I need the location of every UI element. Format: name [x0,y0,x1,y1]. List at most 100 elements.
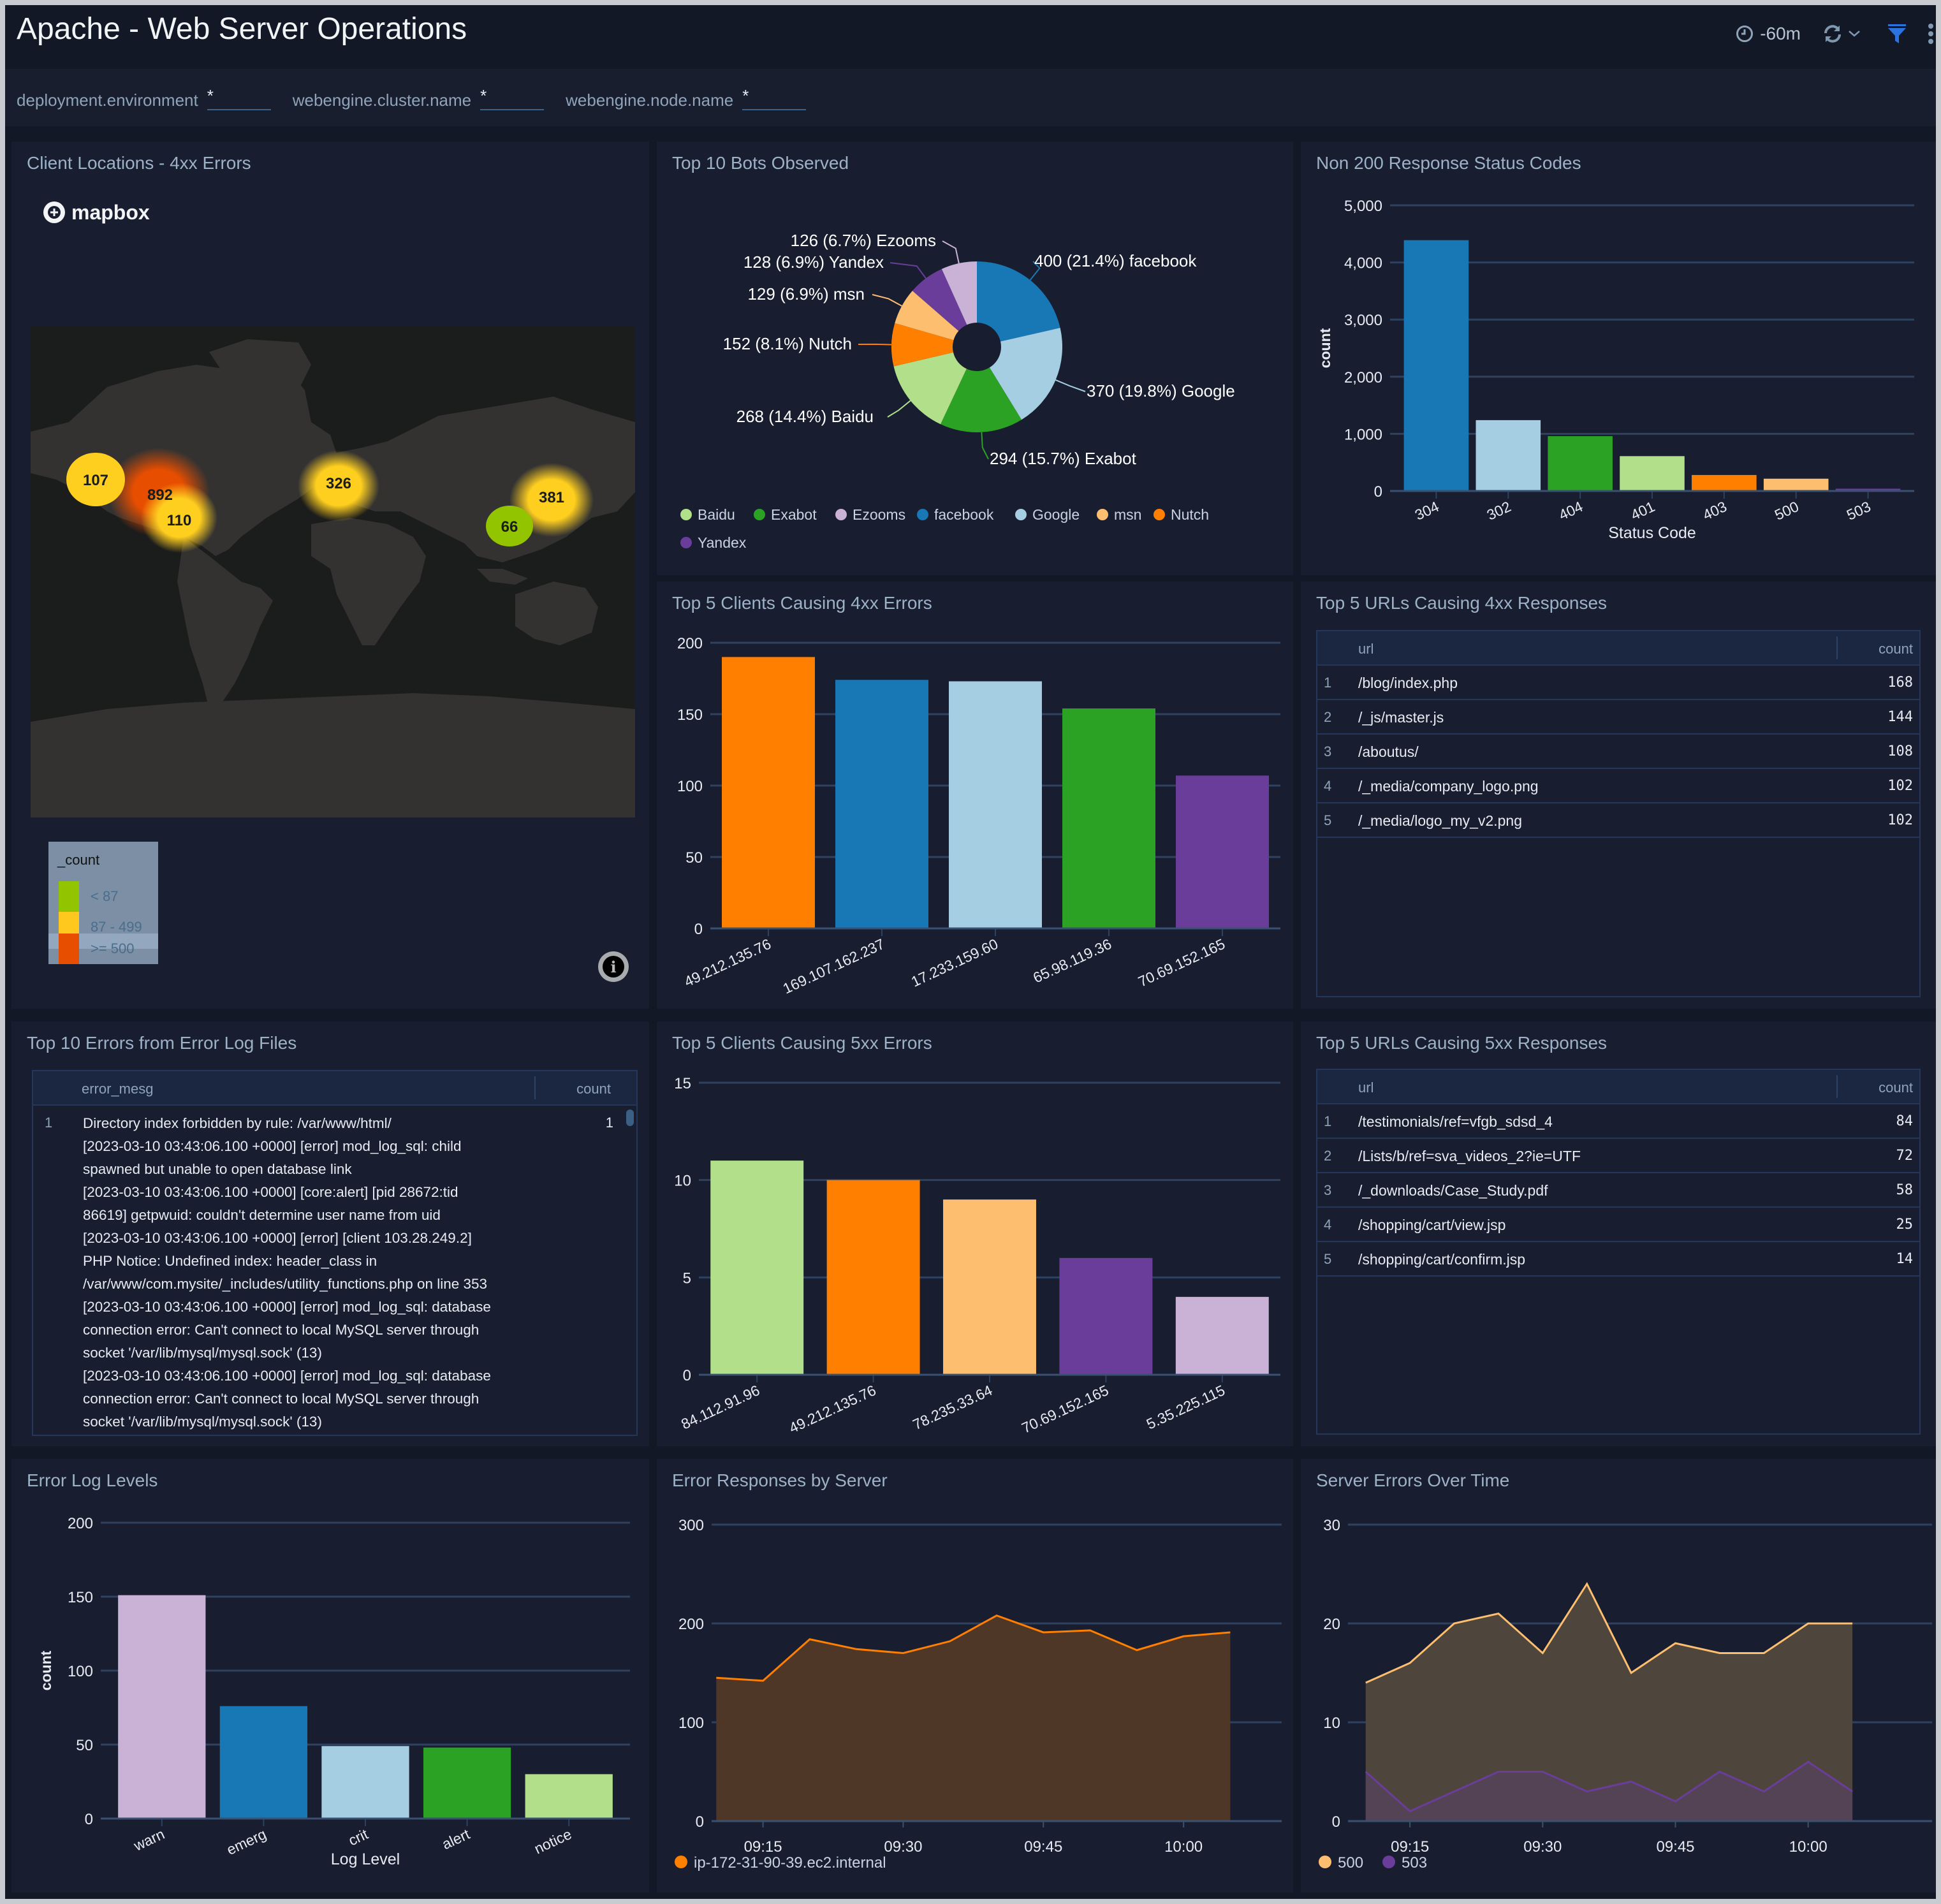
url-cell: /aboutus/ [1358,743,1419,760]
x-tick-label: 78.235.33.64 [910,1382,995,1433]
pie-data-label: 400 (21.4%) facebook [1034,251,1197,270]
world-map[interactable]: 107 892 110 326 381 66 [31,326,635,817]
table-header: url count [1317,631,1919,666]
bar-404 [1548,436,1613,491]
time-range-picker[interactable]: -60m [1736,24,1801,44]
url-cell: /shopping/cart/confirm.jsp [1358,1251,1526,1268]
x-tick-label: 403 [1700,498,1729,524]
y-tick-label: 20 [1323,1616,1340,1633]
column-header-url[interactable]: url [1358,1080,1373,1096]
panel-urls-5xx: Top 5 URLs Causing 5xx Responses url cou… [1301,1022,1936,1446]
filter-bar: deployment.environment webengine.cluster… [5,69,1936,126]
column-resize-handle[interactable] [1836,636,1838,659]
count-cell: 25 [1896,1217,1914,1233]
legend-swatch [59,934,79,964]
column-resize-handle[interactable] [1836,1075,1838,1098]
count-cell: 102 [1887,812,1913,828]
legend-label: Exabot [771,506,817,523]
info-icon: i [603,956,624,978]
map-legend-item: >= 500 [59,934,148,964]
legend-label: 500 [1338,1854,1363,1871]
pie-leader-line [1055,379,1086,392]
y-tick-label: 0 [683,1367,691,1384]
table-row[interactable]: 4/shopping/cart/view.jsp 25 [1317,1208,1919,1242]
refresh-icon [1824,25,1841,43]
dashboard-title: Apache - Web Server Operations [17,12,467,46]
url-cell: /_media/company_logo.png [1358,778,1539,795]
column-header-url[interactable]: url [1358,641,1373,657]
table-row[interactable]: 3 /_downloads/Case_Study.pdf 58 [1317,1173,1919,1208]
table-row[interactable]: 4 /_media/company_logo.png 102 [1317,769,1919,803]
x-tick-label: 500 [1772,498,1801,524]
table-row[interactable]: 1/testimonials/ref=vfgb_sdsd_4 84 [1317,1104,1919,1139]
pie-leader-line [890,262,927,279]
x-tick-label: 09:30 [884,1838,922,1856]
clock-icon [1736,26,1754,42]
more-options-button[interactable] [1926,23,1936,45]
pie-leader-line [981,432,989,460]
table-row[interactable]: 2/Lists/b/ref=sva_videos_2?ie=UTF 72 [1317,1139,1919,1173]
column-header-count[interactable]: count [1879,1080,1913,1096]
area-chart-error-by-server: 0 100 200 300 09:15 09:30 09:45 10:00 ip-172-31-… [675,1517,1282,1871]
mapbox-logo: mapbox [42,200,150,224]
x-tick-label: 65.98.119.36 [1030,935,1114,986]
table-row[interactable]: 2 /_js/master.js 144 [1317,700,1919,735]
map-legend-item: < 87 [59,881,148,912]
filter-input-deployment-environment[interactable] [207,85,271,110]
x-tick-label: 84.112.91.96 [678,1382,762,1433]
url-cell: /_media/logo_my_v2.png [1358,812,1522,829]
x-tick-label: 503 [1844,498,1873,524]
bar-70.69.152.165 [1176,775,1269,928]
x-tick-label: 09:45 [1656,1838,1694,1856]
legend-dot-Baidu [680,509,692,520]
filter-webengine-node-name: webengine.node.name [566,85,807,110]
bar-65.98.119.36 [1062,708,1155,928]
count-cell: 102 [1887,778,1913,794]
x-tick-label: 404 [1556,498,1585,524]
panel-server-errors: Server Errors Over Time 0 10 20 30 09:15 09:3… [1301,1459,1936,1893]
bar-169.107.162.237 [835,680,928,928]
x-tick-label: 169.107.162.237 [780,935,887,997]
table-row[interactable]: 3/aboutus/108 [1317,735,1919,769]
legend-label: Baidu [698,506,735,523]
y-tick-label: 10 [674,1173,691,1190]
table-row[interactable]: 1/blog/index.php 168 [1317,666,1919,700]
pie-data-label: 268 (14.4%) Baidu [736,407,874,426]
x-tick-label: 09:15 [1391,1838,1429,1856]
x-tick-label: 49.212.135.76 [682,935,773,990]
area-fill-ip-172-31-90-39.ec2.internal [716,1615,1231,1821]
column-resize-handle[interactable] [534,1076,536,1099]
pie-data-label: 128 (6.9%) Yandex [743,253,884,272]
bar-emerg [219,1706,308,1819]
panel-error-by-server: Error Responses by Server 0 100 200 300 09:1… [657,1459,1293,1893]
table-row[interactable]: 5 /_media/logo_my_v2.png 102 [1317,803,1919,838]
y-tick-label: 0 [85,1811,93,1828]
filter-input-webengine-cluster-name[interactable] [480,85,545,110]
x-tick-label: warn [131,1826,167,1854]
panel-clients-4xx: Top 5 Clients Causing 4xx Errors 0 50 100 1… [657,582,1293,1009]
y-tick-label: 0 [1332,1813,1340,1831]
y-tick-label: 200 [678,1616,704,1633]
count-cell: 84 [1896,1113,1914,1129]
scrollbar-thumb[interactable] [626,1109,634,1126]
filter-label: deployment.environment [17,91,198,110]
y-tick-label: 0 [1374,483,1382,501]
url-cell: /blog/index.php [1358,675,1458,691]
bar-5.35.225.115 [1175,1296,1269,1375]
error-count: 1 [605,1115,613,1131]
panel-clients-5xx: Top 5 Clients Causing 5xx Errors 0 5 10 15 8… [657,1022,1293,1446]
bar-84.112.91.96 [710,1161,804,1375]
filter-button[interactable] [1887,24,1907,44]
refresh-button[interactable] [1822,24,1862,43]
row-index: 2 [1324,1148,1332,1164]
column-header-error-mesg[interactable]: error_mesg [82,1081,153,1097]
column-header-count[interactable]: count [576,1081,611,1097]
y-tick-label: 50 [76,1737,93,1754]
table-row[interactable]: 5/shopping/cart/confirm.jsp 14 [1317,1242,1919,1277]
legend-dot-ip-172-31-90-39.ec2.internal [675,1856,687,1868]
bar-78.235.33.64 [943,1199,1036,1375]
filter-input-webengine-node-name[interactable] [742,85,807,110]
map-attribution-button[interactable]: i [598,951,629,982]
column-header-count[interactable]: count [1879,641,1913,657]
legend-dot-503 [1382,1856,1395,1868]
